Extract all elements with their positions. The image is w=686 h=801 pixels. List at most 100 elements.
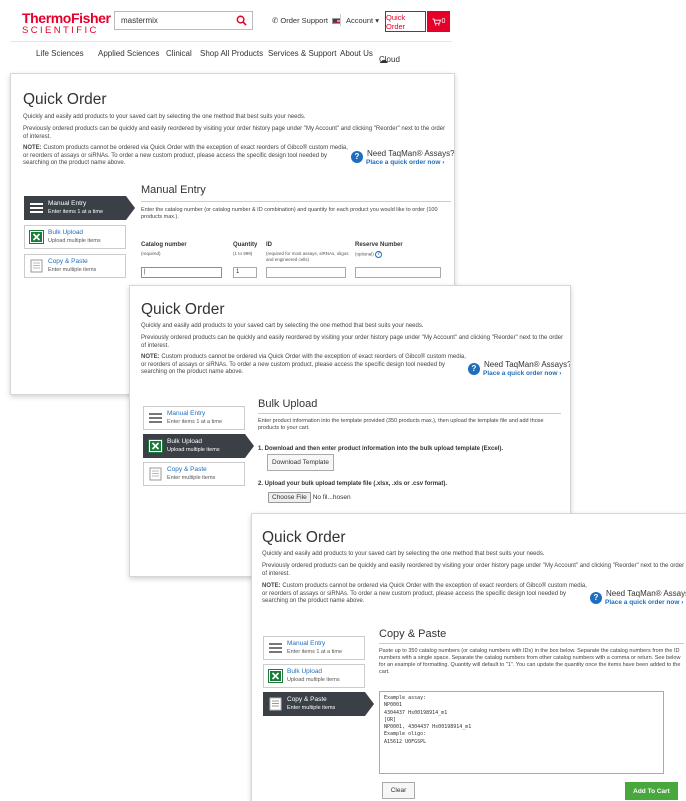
sidebar-item-manual-entry[interactable]: Manual Entry Enter items 1 at a time	[143, 406, 245, 430]
help-icon[interactable]: ?	[375, 251, 383, 258]
help-icon: ?	[351, 151, 363, 163]
header-divider	[340, 14, 341, 26]
cart-button[interactable]: 0	[427, 11, 450, 32]
sidebar-item-copy-paste[interactable]: Copy & Paste Enter multiple items	[263, 692, 374, 716]
example-line: NP0001	[384, 702, 403, 709]
taqman-heading: Need TaqMan® Assays?	[484, 360, 571, 369]
help-icon: ?	[468, 363, 480, 375]
taqman-quick-order-link[interactable]: Place a quick order now ›	[605, 599, 683, 606]
taqman-quick-order-link[interactable]: Place a quick order now ›	[483, 370, 561, 377]
intro-text: Quickly and easily add products to your …	[262, 551, 545, 557]
add-to-cart-button[interactable]: Add To Cart	[625, 782, 678, 800]
site-header: ThermoFisher SCIENTIFIC ✆ Order Support …	[10, 0, 452, 67]
catalog-number-input[interactable]: |	[141, 267, 222, 278]
sidebar-item-manual-entry[interactable]: Manual Entry Enter items 1 at a time	[24, 196, 135, 220]
section-divider	[141, 201, 451, 202]
quick-order-button[interactable]: Quick Order	[385, 11, 426, 32]
excel-icon	[29, 230, 44, 244]
note-text: NOTE: Custom products cannot be ordered …	[23, 145, 348, 166]
nav-services-support[interactable]: Services & Support	[268, 49, 336, 58]
excel-icon	[148, 439, 163, 453]
search-icon[interactable]	[236, 15, 247, 26]
catalog-number-label: Catalog number	[141, 242, 187, 248]
quantity-hint: (1 to 999)	[233, 251, 253, 256]
list-icon	[269, 643, 282, 653]
sidebar-item-bulk-upload[interactable]: Bulk Upload Upload multiple items	[263, 664, 365, 688]
example-line: Example oligo:	[384, 731, 427, 738]
document-icon	[269, 697, 282, 711]
example-line: [OR]	[384, 716, 397, 723]
taqman-quick-order-link[interactable]: Place a quick order now ›	[366, 159, 444, 166]
clear-button[interactable]: Clear	[382, 782, 415, 799]
list-icon	[30, 203, 43, 213]
example-line: A15612 U0FGSPL	[384, 738, 427, 745]
nav-shop-all-products[interactable]: Shop All Products	[200, 49, 263, 58]
nav-life-sciences[interactable]: Life Sciences	[36, 49, 84, 58]
order-support-link[interactable]: ✆ Order Support	[272, 16, 342, 25]
previously-ordered-text: Previously ordered products can be quick…	[141, 335, 564, 349]
taqman-heading: Need TaqMan® Assays?	[606, 589, 686, 598]
taqman-heading: Need TaqMan® Assays?	[367, 149, 455, 158]
cart-count: 0	[441, 18, 446, 25]
bulk-description: Enter product information into the templ…	[258, 418, 544, 431]
nav-clinical[interactable]: Clinical	[166, 49, 192, 58]
phone-icon: ✆	[272, 16, 279, 25]
section-divider	[379, 643, 684, 644]
manual-description: Enter the catalog number (or catalog num…	[141, 207, 438, 220]
previously-ordered-text: Previously ordered products can be quick…	[262, 563, 685, 577]
page-title: Quick Order	[23, 91, 107, 108]
choose-file-button[interactable]: Choose File	[268, 492, 311, 503]
note-text: NOTE: Custom products cannot be ordered …	[262, 583, 587, 604]
header-top-bar: ThermoFisher SCIENTIFIC ✆ Order Support …	[10, 0, 452, 42]
page-title: Quick Order	[262, 529, 346, 546]
file-status: No fil...hosen	[312, 494, 351, 501]
quantity-label: Quantity	[233, 242, 258, 248]
id-input[interactable]	[266, 267, 346, 278]
document-icon	[30, 259, 43, 273]
reserve-number-hint: (optional) ?	[355, 251, 383, 258]
note-text: NOTE: Custom products cannot be ordered …	[141, 354, 466, 375]
sidebar-item-bulk-upload[interactable]: Bulk Upload Upload multiple items	[24, 225, 126, 249]
paste-textarea[interactable]: Example assay: NP0001 4304437 Hs00198914_m…	[379, 691, 664, 774]
catalog-number-hint: (required)	[141, 251, 161, 256]
quick-order-panel-copy: Quick Order Quickly and easily add produ…	[251, 513, 686, 801]
reserve-number-input[interactable]	[355, 267, 441, 278]
file-input[interactable]: Choose File No fil...hosen	[268, 492, 351, 503]
thermofisher-logo[interactable]: ThermoFisher SCIENTIFIC	[22, 11, 111, 36]
sidebar-item-copy-paste[interactable]: Copy & Paste Enter multiple items	[143, 462, 245, 486]
section-title: Copy & Paste	[379, 628, 447, 640]
step-1-text: 1. Download and then enter product infor…	[258, 446, 504, 452]
example-line: Example assay:	[384, 695, 427, 701]
list-icon	[149, 413, 162, 423]
previously-ordered-text: Previously ordered products can be quick…	[23, 126, 446, 140]
document-icon	[149, 467, 162, 481]
copy-description: Paste up to 350 catalog numbers (or cata…	[379, 648, 681, 675]
sidebar-item-manual-entry[interactable]: Manual Entry Enter items 1 at a time	[263, 636, 365, 660]
section-divider	[258, 413, 561, 414]
section-title: Manual Entry	[141, 184, 206, 196]
intro-text: Quickly and easily add products to your …	[23, 114, 306, 120]
account-menu[interactable]: Account ▾	[346, 16, 379, 25]
main-nav: Life Sciences Applied Sciences Clinical …	[36, 49, 400, 65]
search-box	[114, 11, 253, 30]
nav-about-us[interactable]: About Us	[340, 49, 373, 58]
sidebar-item-bulk-upload[interactable]: Bulk Upload Upload multiple items	[143, 434, 254, 458]
quantity-input[interactable]: 1	[233, 267, 257, 278]
excel-icon	[268, 669, 283, 683]
intro-text: Quickly and easily add products to your …	[141, 323, 424, 329]
search-input[interactable]	[115, 12, 230, 29]
step-2-text: 2. Upload your bulk upload template file…	[258, 481, 448, 487]
nav-applied-sciences[interactable]: Applied Sciences	[98, 49, 159, 58]
download-template-button[interactable]: Download Template	[267, 454, 334, 471]
id-hint: (required for most assays, siRNAs, oligo…	[266, 251, 349, 262]
cart-icon	[432, 17, 441, 26]
example-line: 4304437 Hs00198914_m1	[384, 709, 448, 716]
help-icon: ?	[590, 592, 602, 604]
chevron-down-icon: ▾	[375, 16, 379, 25]
reserve-number-label: Reserve Number	[355, 242, 403, 248]
sidebar-item-copy-paste[interactable]: Copy & Paste Enter multiple items	[24, 254, 126, 278]
id-label: ID	[266, 242, 272, 248]
section-title: Bulk Upload	[258, 398, 318, 410]
page-title: Quick Order	[141, 301, 225, 318]
example-line: NP0001, 4304437 Hs00198914_m1	[384, 724, 472, 731]
